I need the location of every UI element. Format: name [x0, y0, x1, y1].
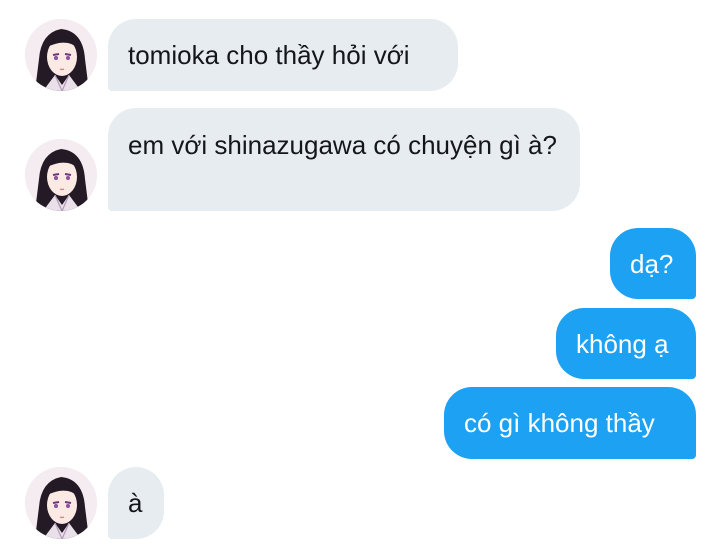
message-bubble-outgoing[interactable]: không ạ	[556, 308, 696, 379]
avatar-icon	[25, 19, 97, 91]
message-text: dạ?	[630, 249, 674, 279]
message-bubble-outgoing[interactable]: dạ?	[610, 228, 696, 299]
message-bubble-outgoing[interactable]: có gì không thầy	[444, 387, 696, 459]
message-text: à	[128, 488, 143, 518]
message-text: tomioka cho thầy hỏi với	[128, 40, 410, 70]
message-text: có gì không thầy	[464, 408, 655, 438]
message-text: em với shinazugawa có chuyện gì à?	[128, 130, 557, 160]
message-text: không ạ	[576, 329, 669, 359]
avatar[interactable]	[25, 19, 97, 91]
message-bubble-incoming[interactable]: em với shinazugawa có chuyện gì à?	[108, 108, 580, 211]
avatar-icon	[25, 467, 97, 539]
avatar[interactable]	[25, 467, 97, 539]
message-bubble-incoming[interactable]: à	[108, 467, 164, 539]
avatar-icon	[25, 139, 97, 211]
avatar[interactable]	[25, 139, 97, 211]
message-bubble-incoming[interactable]: tomioka cho thầy hỏi với	[108, 19, 458, 91]
